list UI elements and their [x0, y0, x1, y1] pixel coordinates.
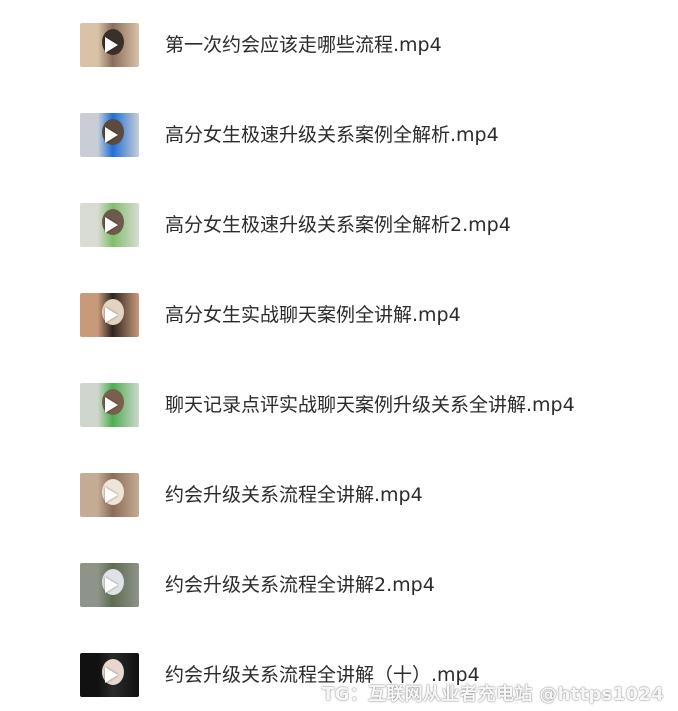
file-row[interactable]: 高分女生极速升级关系案例全解析.mp4 — [0, 105, 678, 165]
file-name[interactable]: 聊天记录点评实战聊天案例升级关系全讲解.mp4 — [165, 392, 575, 418]
play-icon — [104, 217, 118, 233]
file-name[interactable]: 高分女生极速升级关系案例全解析.mp4 — [165, 122, 499, 148]
file-row[interactable]: 聊天记录点评实战聊天案例升级关系全讲解.mp4 — [0, 375, 678, 435]
file-name[interactable]: 第一次约会应该走哪些流程.mp4 — [165, 32, 442, 58]
video-file-list: 第一次约会应该走哪些流程.mp4 高分女生极速升级关系案例全解析.mp4 高分女… — [0, 0, 678, 711]
video-thumbnail[interactable] — [80, 563, 139, 607]
video-thumbnail[interactable] — [80, 293, 139, 337]
play-icon — [104, 577, 118, 593]
file-name[interactable]: 约会升级关系流程全讲解2.mp4 — [165, 572, 435, 598]
play-icon — [104, 37, 118, 53]
video-thumbnail[interactable] — [80, 23, 139, 67]
video-thumbnail[interactable] — [80, 473, 139, 517]
play-icon — [104, 487, 118, 503]
video-thumbnail[interactable] — [80, 383, 139, 427]
play-icon — [104, 127, 118, 143]
watermark-text: TG：互联网从业者充电站 @https1024 — [322, 684, 664, 705]
file-row[interactable]: 高分女生实战聊天案例全讲解.mp4 — [0, 285, 678, 345]
file-name[interactable]: 高分女生极速升级关系案例全解析2.mp4 — [165, 212, 511, 238]
file-row[interactable]: 约会升级关系流程全讲解.mp4 — [0, 465, 678, 525]
video-thumbnail[interactable] — [80, 653, 139, 697]
play-icon — [104, 397, 118, 413]
video-thumbnail[interactable] — [80, 203, 139, 247]
play-icon — [104, 667, 118, 683]
play-icon — [104, 307, 118, 323]
video-thumbnail[interactable] — [80, 113, 139, 157]
file-row[interactable]: 第一次约会应该走哪些流程.mp4 — [0, 15, 678, 75]
file-row[interactable]: 高分女生极速升级关系案例全解析2.mp4 — [0, 195, 678, 255]
file-name[interactable]: 约会升级关系流程全讲解.mp4 — [165, 482, 423, 508]
file-name[interactable]: 高分女生实战聊天案例全讲解.mp4 — [165, 302, 461, 328]
file-row[interactable]: 约会升级关系流程全讲解2.mp4 — [0, 555, 678, 615]
